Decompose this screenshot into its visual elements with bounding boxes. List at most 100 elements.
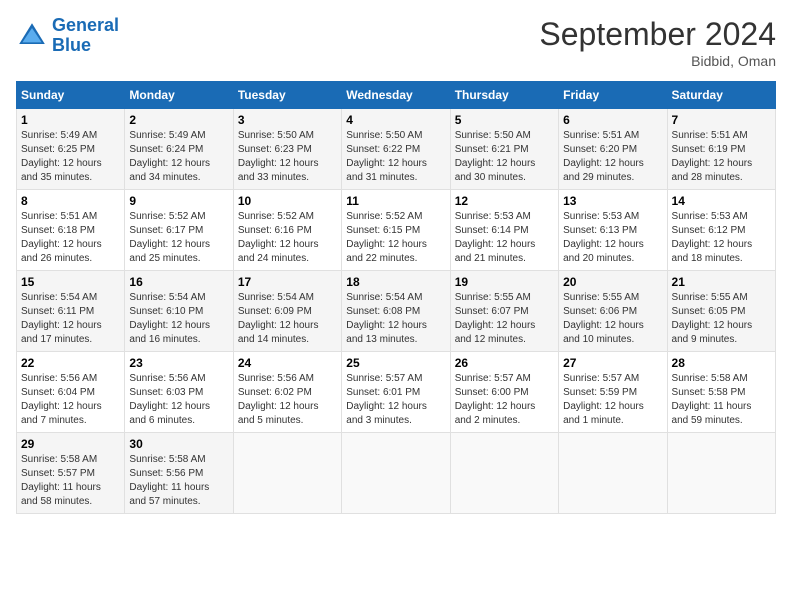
day-info: Sunrise: 5:49 AM Sunset: 6:25 PM Dayligh… bbox=[21, 129, 120, 185]
table-row: 29Sunrise: 5:58 AM Sunset: 5:57 PM Dayli… bbox=[17, 433, 125, 514]
day-number: 13 bbox=[563, 194, 662, 208]
day-number: 15 bbox=[21, 275, 120, 289]
table-row: 22 Sunrise: 5:56 AM Sunset: 6:04 PM Dayli… bbox=[17, 352, 125, 433]
day-number: 11 bbox=[346, 194, 445, 208]
table-row bbox=[667, 433, 775, 514]
table-row: 21 Sunrise: 5:55 AM Sunset: 6:05 PM Dayli… bbox=[667, 271, 775, 352]
day-number: 25 bbox=[346, 356, 445, 370]
calendar-row: 29Sunrise: 5:58 AM Sunset: 5:57 PM Dayli… bbox=[17, 433, 776, 514]
day-number: 18 bbox=[346, 275, 445, 289]
table-row: 10 Sunrise: 5:52 AM Sunset: 6:16 PM Dayli… bbox=[233, 190, 341, 271]
day-info: Sunrise: 5:52 AM Sunset: 6:15 PM Dayligh… bbox=[346, 210, 445, 266]
table-row: 17 Sunrise: 5:54 AM Sunset: 6:09 PM Dayli… bbox=[233, 271, 341, 352]
day-info: Sunrise: 5:51 AM Sunset: 6:18 PM Dayligh… bbox=[21, 210, 120, 266]
page-header: General Blue September 2024 Bidbid, Oman bbox=[16, 16, 776, 69]
day-info: Sunrise: 5:56 AM Sunset: 6:04 PM Dayligh… bbox=[21, 372, 120, 428]
table-row bbox=[450, 433, 558, 514]
calendar-body: 1 Sunrise: 5:49 AM Sunset: 6:25 PM Daylig… bbox=[17, 109, 776, 514]
day-number: 29 bbox=[21, 437, 120, 451]
day-number: 26 bbox=[455, 356, 554, 370]
table-row bbox=[559, 433, 667, 514]
day-info: Sunrise: 5:56 AM Sunset: 6:02 PM Dayligh… bbox=[238, 372, 337, 428]
col-tuesday: Tuesday bbox=[233, 82, 341, 109]
day-number: 23 bbox=[129, 356, 228, 370]
day-number: 30 bbox=[129, 437, 228, 451]
table-row bbox=[342, 433, 450, 514]
day-number: 14 bbox=[672, 194, 771, 208]
table-row: 1 Sunrise: 5:49 AM Sunset: 6:25 PM Daylig… bbox=[17, 109, 125, 190]
table-row: 28 Sunrise: 5:58 AM Sunset: 5:58 PM Dayli… bbox=[667, 352, 775, 433]
day-number: 6 bbox=[563, 113, 662, 127]
col-wednesday: Wednesday bbox=[342, 82, 450, 109]
day-number: 5 bbox=[455, 113, 554, 127]
day-number: 19 bbox=[455, 275, 554, 289]
col-thursday: Thursday bbox=[450, 82, 558, 109]
day-info: Sunrise: 5:55 AM Sunset: 6:06 PM Dayligh… bbox=[563, 291, 662, 347]
day-info: Sunrise: 5:54 AM Sunset: 6:09 PM Dayligh… bbox=[238, 291, 337, 347]
logo-text: General Blue bbox=[52, 16, 119, 56]
day-info: Sunrise: 5:51 AM Sunset: 6:20 PM Dayligh… bbox=[563, 129, 662, 185]
day-info: Sunrise: 5:55 AM Sunset: 6:05 PM Dayligh… bbox=[672, 291, 771, 347]
table-row: 5 Sunrise: 5:50 AM Sunset: 6:21 PM Daylig… bbox=[450, 109, 558, 190]
table-row: 24Sunrise: 5:56 AM Sunset: 6:02 PM Dayli… bbox=[233, 352, 341, 433]
header-row: Sunday Monday Tuesday Wednesday Thursday… bbox=[17, 82, 776, 109]
col-saturday: Saturday bbox=[667, 82, 775, 109]
table-row: 16Sunrise: 5:54 AM Sunset: 6:10 PM Dayli… bbox=[125, 271, 233, 352]
title-area: September 2024 Bidbid, Oman bbox=[539, 16, 776, 69]
calendar-row: 1 Sunrise: 5:49 AM Sunset: 6:25 PM Daylig… bbox=[17, 109, 776, 190]
table-row: 15 Sunrise: 5:54 AM Sunset: 6:11 PM Dayli… bbox=[17, 271, 125, 352]
table-row: 8Sunrise: 5:51 AM Sunset: 6:18 PM Daylig… bbox=[17, 190, 125, 271]
day-info: Sunrise: 5:50 AM Sunset: 6:22 PM Dayligh… bbox=[346, 129, 445, 185]
table-row: 3 Sunrise: 5:50 AM Sunset: 6:23 PM Daylig… bbox=[233, 109, 341, 190]
day-info: Sunrise: 5:50 AM Sunset: 6:21 PM Dayligh… bbox=[455, 129, 554, 185]
table-row: 14 Sunrise: 5:53 AM Sunset: 6:12 PM Dayli… bbox=[667, 190, 775, 271]
day-info: Sunrise: 5:57 AM Sunset: 6:00 PM Dayligh… bbox=[455, 372, 554, 428]
day-number: 9 bbox=[129, 194, 228, 208]
day-info: Sunrise: 5:53 AM Sunset: 6:12 PM Dayligh… bbox=[672, 210, 771, 266]
day-number: 10 bbox=[238, 194, 337, 208]
day-info: Sunrise: 5:57 AM Sunset: 6:01 PM Dayligh… bbox=[346, 372, 445, 428]
day-info: Sunrise: 5:53 AM Sunset: 6:13 PM Dayligh… bbox=[563, 210, 662, 266]
day-number: 20 bbox=[563, 275, 662, 289]
table-row: 13 Sunrise: 5:53 AM Sunset: 6:13 PM Dayli… bbox=[559, 190, 667, 271]
day-number: 16 bbox=[129, 275, 228, 289]
col-sunday: Sunday bbox=[17, 82, 125, 109]
day-number: 21 bbox=[672, 275, 771, 289]
table-row: 25 Sunrise: 5:57 AM Sunset: 6:01 PM Dayli… bbox=[342, 352, 450, 433]
day-number: 3 bbox=[238, 113, 337, 127]
table-row: 11 Sunrise: 5:52 AM Sunset: 6:15 PM Dayli… bbox=[342, 190, 450, 271]
table-row: 23 Sunrise: 5:56 AM Sunset: 6:03 PM Dayli… bbox=[125, 352, 233, 433]
day-number: 28 bbox=[672, 356, 771, 370]
calendar-row: 15 Sunrise: 5:54 AM Sunset: 6:11 PM Dayli… bbox=[17, 271, 776, 352]
day-info: Sunrise: 5:58 AM Sunset: 5:58 PM Dayligh… bbox=[672, 372, 771, 428]
col-monday: Monday bbox=[125, 82, 233, 109]
day-info: Sunrise: 5:51 AM Sunset: 6:19 PM Dayligh… bbox=[672, 129, 771, 185]
day-info: Sunrise: 5:55 AM Sunset: 6:07 PM Dayligh… bbox=[455, 291, 554, 347]
calendar-table: Sunday Monday Tuesday Wednesday Thursday… bbox=[16, 81, 776, 514]
col-friday: Friday bbox=[559, 82, 667, 109]
logo-icon bbox=[16, 20, 48, 52]
table-row: 4 Sunrise: 5:50 AM Sunset: 6:22 PM Daylig… bbox=[342, 109, 450, 190]
table-row: 27Sunrise: 5:57 AM Sunset: 5:59 PM Dayli… bbox=[559, 352, 667, 433]
day-info: Sunrise: 5:50 AM Sunset: 6:23 PM Dayligh… bbox=[238, 129, 337, 185]
logo: General Blue bbox=[16, 16, 119, 56]
table-row: 20 Sunrise: 5:55 AM Sunset: 6:06 PM Dayli… bbox=[559, 271, 667, 352]
day-info: Sunrise: 5:49 AM Sunset: 6:24 PM Dayligh… bbox=[129, 129, 228, 185]
table-row: 7 Sunrise: 5:51 AM Sunset: 6:19 PM Daylig… bbox=[667, 109, 775, 190]
day-number: 2 bbox=[129, 113, 228, 127]
day-info: Sunrise: 5:56 AM Sunset: 6:03 PM Dayligh… bbox=[129, 372, 228, 428]
day-number: 7 bbox=[672, 113, 771, 127]
day-number: 27 bbox=[563, 356, 662, 370]
day-info: Sunrise: 5:54 AM Sunset: 6:11 PM Dayligh… bbox=[21, 291, 120, 347]
day-info: Sunrise: 5:52 AM Sunset: 6:16 PM Dayligh… bbox=[238, 210, 337, 266]
calendar-row: 8Sunrise: 5:51 AM Sunset: 6:18 PM Daylig… bbox=[17, 190, 776, 271]
day-number: 17 bbox=[238, 275, 337, 289]
table-row: 9 Sunrise: 5:52 AM Sunset: 6:17 PM Daylig… bbox=[125, 190, 233, 271]
calendar-row: 22 Sunrise: 5:56 AM Sunset: 6:04 PM Dayli… bbox=[17, 352, 776, 433]
table-row: 26 Sunrise: 5:57 AM Sunset: 6:00 PM Dayli… bbox=[450, 352, 558, 433]
day-number: 1 bbox=[21, 113, 120, 127]
day-info: Sunrise: 5:52 AM Sunset: 6:17 PM Dayligh… bbox=[129, 210, 228, 266]
day-number: 22 bbox=[21, 356, 120, 370]
day-number: 4 bbox=[346, 113, 445, 127]
month-title: September 2024 bbox=[539, 16, 776, 53]
